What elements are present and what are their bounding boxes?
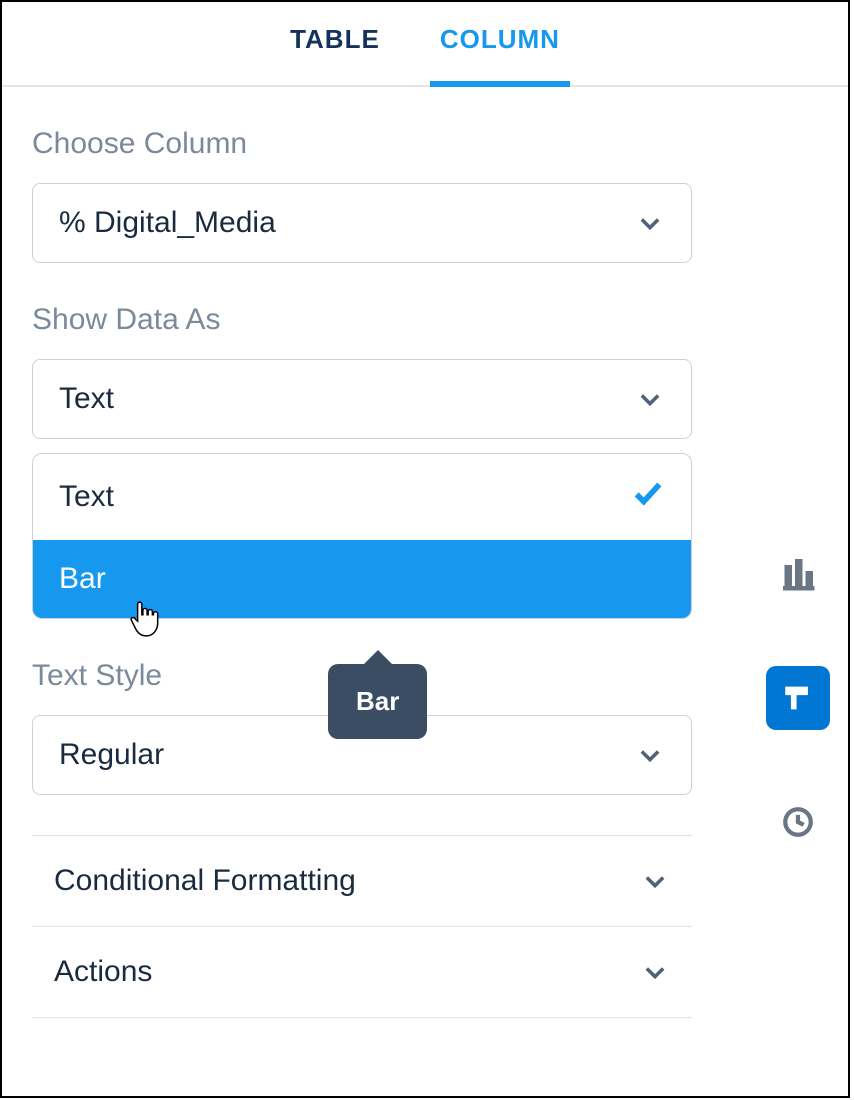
side-rail: [766, 542, 830, 854]
conditional-formatting-label: Conditional Formatting: [54, 864, 356, 898]
column-settings-panel: Choose Column % Digital_Media Show Data …: [2, 87, 722, 1018]
tab-bar: TABLE COLUMN: [2, 2, 848, 87]
actions-label: Actions: [54, 955, 152, 989]
chart-mode-button[interactable]: [766, 542, 830, 606]
chevron-down-icon: [640, 866, 670, 896]
option-text-label: Text: [59, 480, 114, 514]
tab-table[interactable]: TABLE: [290, 24, 380, 85]
check-icon: [631, 476, 665, 518]
conditional-formatting-row[interactable]: Conditional Formatting: [32, 835, 692, 926]
tab-column[interactable]: COLUMN: [440, 24, 560, 85]
format-mode-button[interactable]: [766, 666, 830, 730]
chevron-down-icon: [635, 208, 665, 238]
chevron-down-icon: [635, 384, 665, 414]
choose-column-value: % Digital_Media: [59, 206, 276, 240]
actions-row[interactable]: Actions: [32, 926, 692, 1018]
show-data-as-select[interactable]: Text: [32, 359, 692, 439]
option-bar-label: Bar: [59, 562, 106, 596]
tooltip-text: Bar: [356, 686, 399, 716]
tooltip-bar: Bar: [328, 664, 427, 739]
text-style-value: Regular: [59, 738, 164, 772]
choose-column-select[interactable]: % Digital_Media: [32, 183, 692, 263]
choose-column-label: Choose Column: [32, 127, 692, 161]
option-text[interactable]: Text: [33, 454, 691, 540]
chevron-down-icon: [640, 957, 670, 987]
option-bar[interactable]: Bar: [33, 540, 691, 618]
show-data-as-dropdown: Text Bar: [32, 453, 692, 619]
show-data-as-label: Show Data As: [32, 303, 692, 337]
history-button[interactable]: [766, 790, 830, 854]
show-data-as-value: Text: [59, 382, 114, 416]
chevron-down-icon: [635, 740, 665, 770]
